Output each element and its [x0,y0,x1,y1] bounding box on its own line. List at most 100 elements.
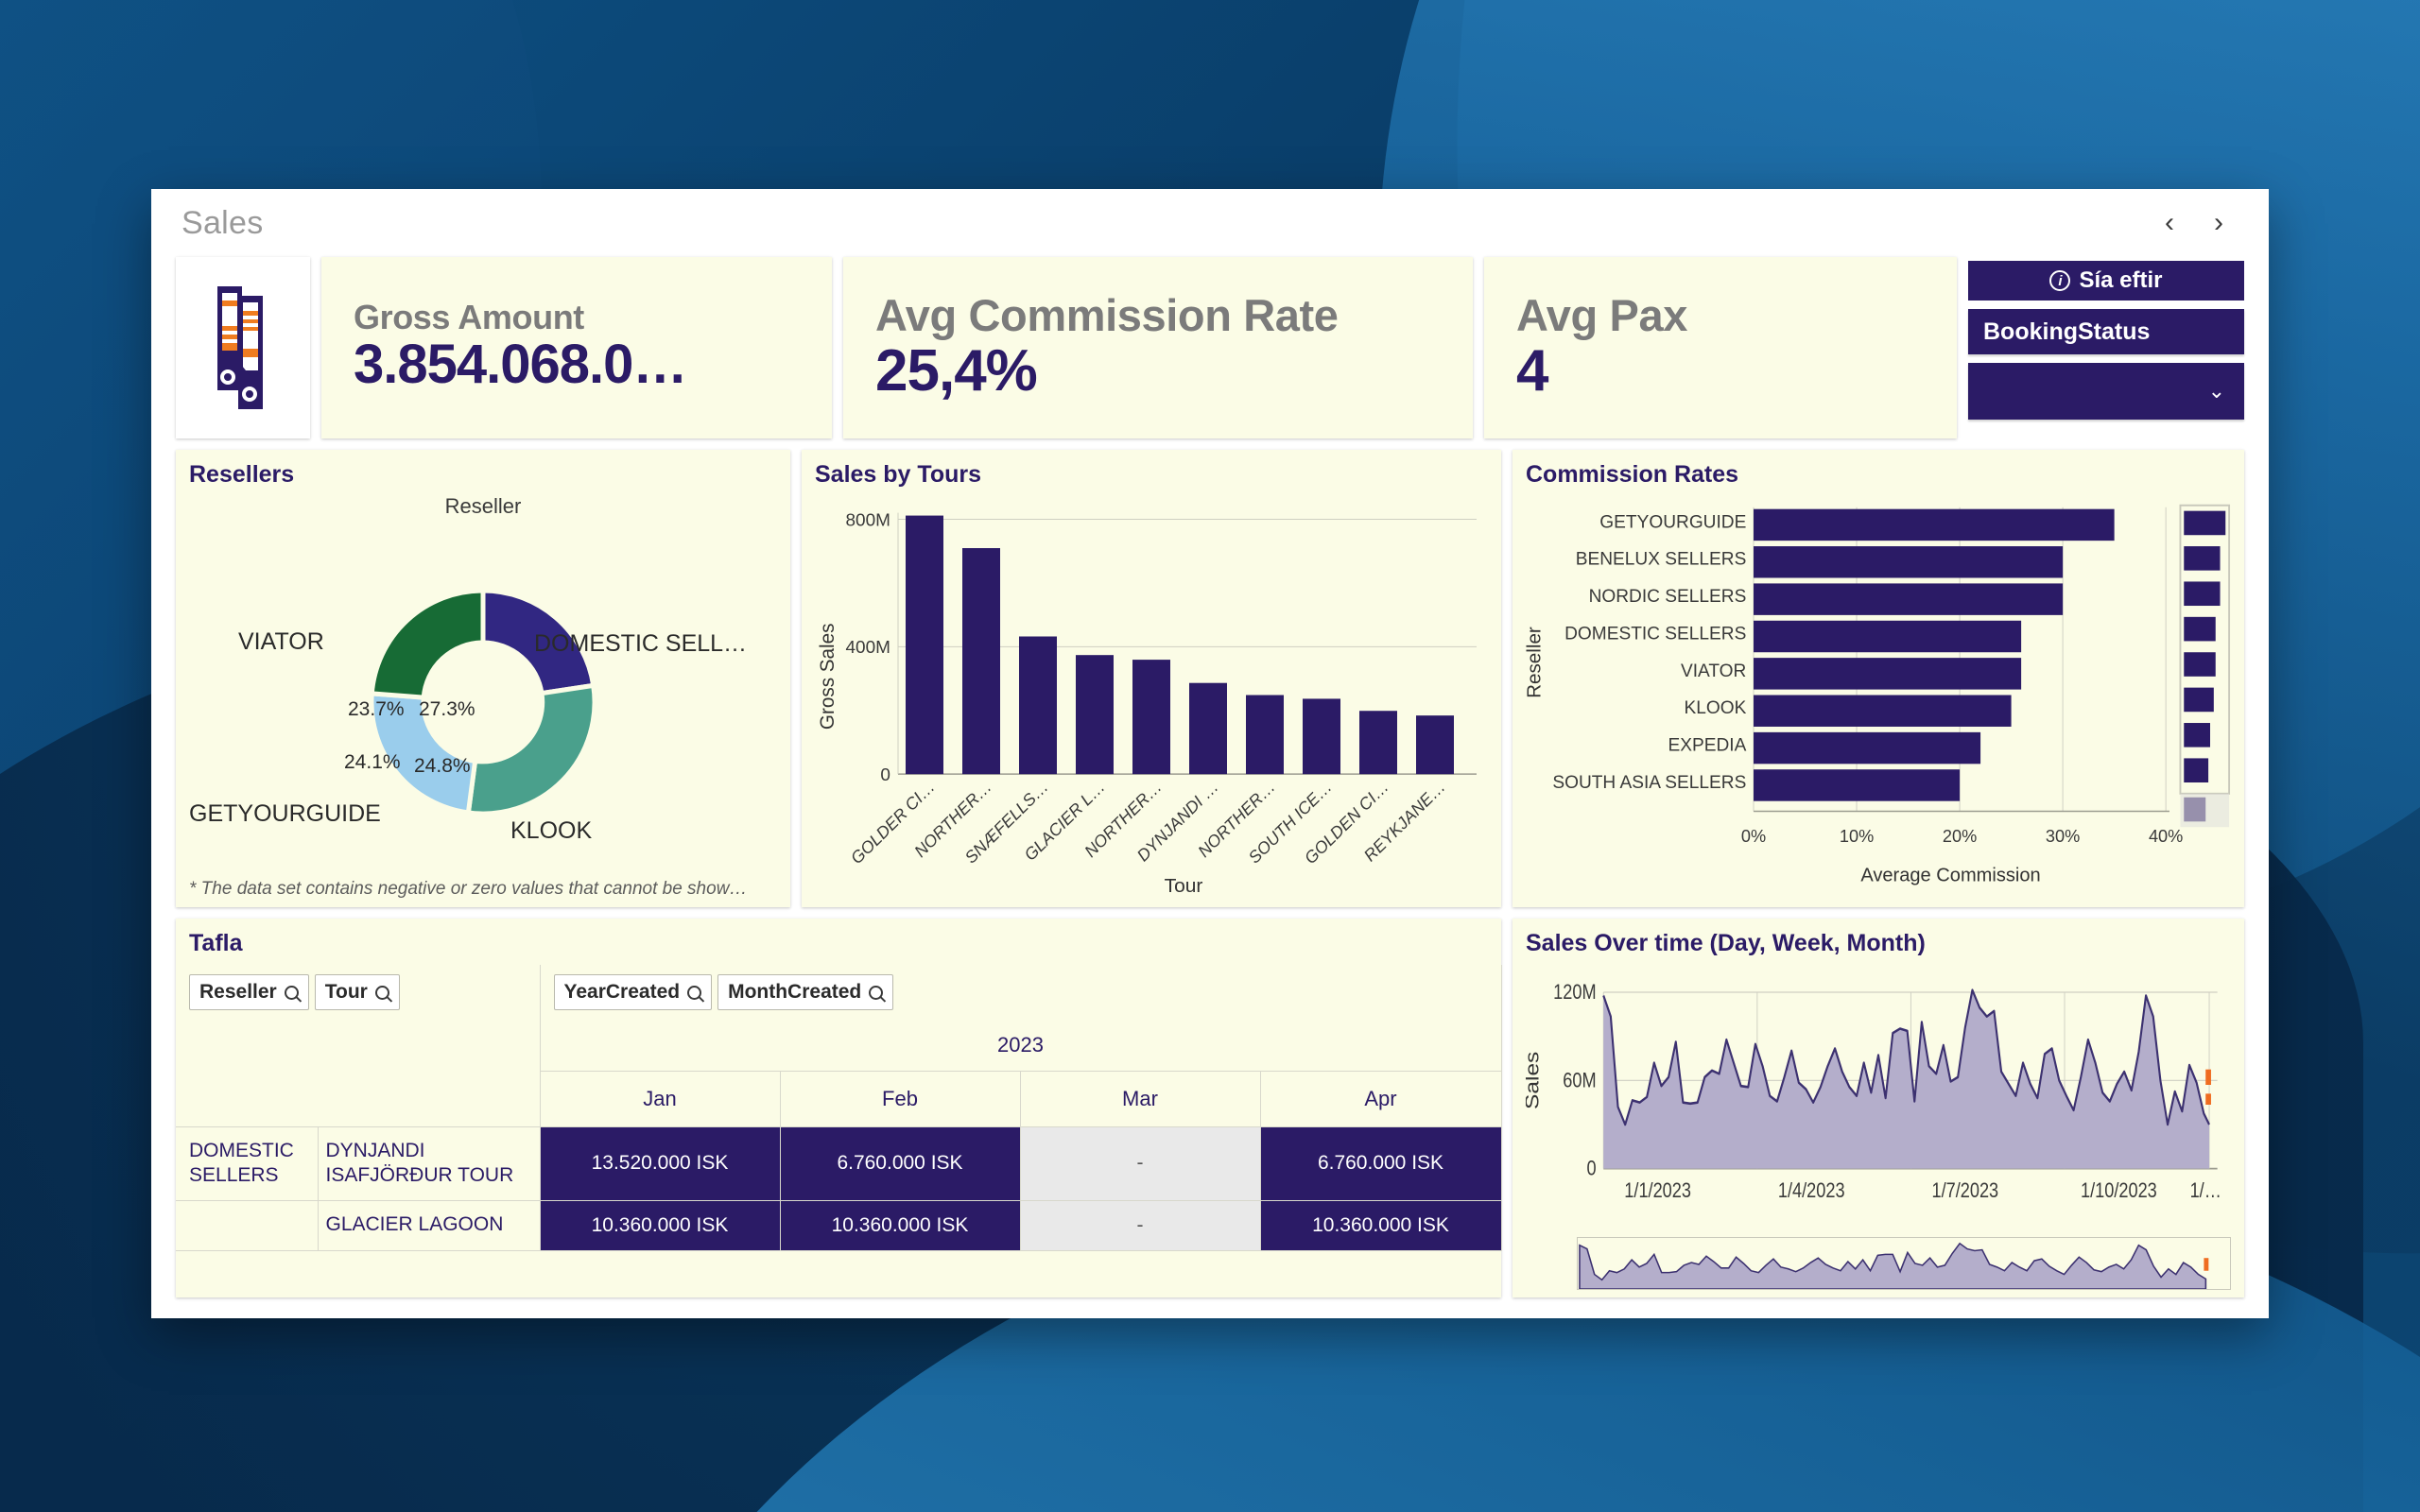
chevron-down-icon: ⌄ [2207,379,2225,403]
search-button-tour[interactable]: Tour [314,974,400,1010]
chart-resellers[interactable]: Resellers Reseller VIATOR DOMESTIC SELL…… [176,450,790,907]
svg-text:1/1/2023: 1/1/2023 [1624,1179,1691,1202]
svg-text:400M: 400M [846,637,890,657]
info-icon: i [2049,270,2071,291]
svg-text:DOMESTIC SELLERS: DOMESTIC SELLERS [1564,623,1746,644]
cell-reseller[interactable] [176,1200,319,1251]
cell-tour[interactable]: DYNJANDI ISAFJÖRÐUR TOUR [318,1126,541,1201]
logo-card [176,257,310,438]
table-search-row: Reseller Tour YearCreated MonthCreated [176,965,1502,1020]
kpi-value: 3.854.068.0… [354,335,687,396]
pivot-table: Reseller Tour YearCreated MonthCreated 2… [176,965,1502,1251]
kpi-avg-pax[interactable]: Avg Pax 4 [1484,257,1957,438]
svg-text:SOUTH ASIA SELLERS: SOUTH ASIA SELLERS [1552,772,1746,793]
search-button-reseller[interactable]: Reseller [189,974,309,1010]
month-header-jan[interactable]: Jan [540,1071,781,1127]
table-tafla[interactable]: Tafla Reseller Tour YearCreated MonthCre… [176,919,1502,1297]
kpi-title: Avg Commission Rate [875,289,1339,340]
filter-pane: i Sía eftir BookingStatus ⌄ [1968,257,2244,438]
donut-label-klook: KLOOK [510,817,593,844]
kpi-title: Avg Pax [1516,289,1687,340]
svg-text:Average Commission: Average Commission [1860,865,2040,885]
table-row[interactable]: DOMESTIC SELLERS DYNJANDI ISAFJÖRÐUR TOU… [176,1126,1502,1201]
svg-text:Tour: Tour [1165,875,1203,897]
cell-value[interactable]: 10.360.000 ISK [1260,1200,1502,1251]
svg-text:1/4/2023: 1/4/2023 [1778,1179,1845,1202]
cell-value[interactable]: 13.520.000 ISK [540,1126,781,1201]
year-header[interactable]: 2023 [540,1020,1502,1072]
sales-by-tours-svg: Gross Sales 800M 400M 0 GOLDER CI… NORTH… [817,510,1477,897]
search-icon [869,985,884,1000]
kpi-value: 25,4% [875,337,1038,404]
search-button-yearcreated[interactable]: YearCreated [553,974,713,1010]
chart-footnote: * The data set contains negative or zero… [189,879,748,899]
kpi-value: 4 [1516,337,1548,404]
donut-label-getyourguide: GETYOURGUIDE [189,800,381,827]
donut-label-domestic-sellers: DOMESTIC SELL… [534,630,748,657]
bottom-row: Tafla Reseller Tour YearCreated MonthCre… [176,919,2244,1297]
cell-value[interactable]: 10.360.000 ISK [540,1200,781,1251]
svg-text:1/…: 1/… [2190,1179,2221,1202]
filterbox-bookingstatus[interactable]: BookingStatus [1968,309,2244,354]
chart-sales-over-time[interactable]: Sales Over time (Day, Week, Month) Sales… [1512,919,2244,1297]
next-sheet-button[interactable]: › [2206,209,2231,237]
svg-text:30%: 30% [2046,826,2080,846]
month-header-feb[interactable]: Feb [780,1071,1021,1127]
svg-text:20%: 20% [1943,826,1977,846]
cell-value[interactable]: 6.760.000 ISK [1260,1126,1502,1201]
svg-text:BENELUX SELLERS: BENELUX SELLERS [1576,548,1747,569]
kpi-gross-amount[interactable]: Gross Amount 3.854.068.0… [321,257,832,438]
svg-text:10%: 10% [1840,826,1874,846]
donut-slice-klook[interactable] [465,682,597,816]
chart-commission-rates[interactable]: Commission Rates Reseller GETYOURGUIDE B… [1512,450,2244,907]
chart-title: Sales Over time (Day, Week, Month) [1526,930,1926,956]
search-button-label: YearCreated [563,981,681,1003]
month-header-apr[interactable]: Apr [1260,1071,1502,1127]
svg-text:0%: 0% [1741,826,1766,846]
cell-value[interactable]: 6.760.000 ISK [780,1126,1021,1201]
binder-icon [217,286,263,409]
svg-text:1/7/2023: 1/7/2023 [1931,1179,1998,1202]
svg-text:Gross Sales: Gross Sales [817,624,838,730]
search-button-label: Reseller [199,981,277,1003]
month-header-mar[interactable]: Mar [1020,1071,1261,1127]
qlik-app-window: Sales ‹ › Gross Amount 3.854.068.0… Avg … [151,189,2269,1318]
svg-text:60M: 60M [1563,1070,1596,1092]
filterbox-label: BookingStatus [1983,318,2151,345]
search-icon [687,985,702,1000]
timeline-minimap-scrollbar[interactable] [1577,1237,2231,1290]
kpi-avg-commission-rate[interactable]: Avg Commission Rate 25,4% [843,257,1473,438]
chart-title: Resellers [189,461,295,488]
sheet-navigation: ‹ › [2157,209,2244,237]
svg-text:Sales: Sales [1526,1052,1543,1109]
search-button-monthcreated[interactable]: MonthCreated [717,974,894,1010]
sheet-content: Gross Amount 3.854.068.0… Avg Commission… [151,257,2269,1318]
filter-pane-header-label: Sía eftir [2079,267,2163,293]
cell-tour[interactable]: GLACIER LAGOON [318,1200,541,1251]
charts-row: Resellers Reseller VIATOR DOMESTIC SELL…… [176,450,2244,907]
svg-text:EXPEDIA: EXPEDIA [1668,734,1747,755]
table-year-header-row: 2023 [176,1020,1502,1072]
donut-dimension-label: Reseller [444,494,522,518]
donut-pct-klook: 24.8% [414,755,471,777]
filter-dropdown[interactable]: ⌄ [1968,363,2244,420]
chart-title: Commission Rates [1526,461,1739,488]
table-row[interactable]: GLACIER LAGOON 10.360.000 ISK 10.360.000… [176,1200,1502,1251]
cell-value-empty[interactable]: - [1020,1200,1261,1251]
donut-pct-getyourguide: 24.1% [344,751,401,773]
svg-text:120M: 120M [1553,981,1596,1004]
chart-title: Tafla [189,930,243,956]
search-button-label: Tour [324,981,368,1003]
donut-slice-viator[interactable] [369,588,486,700]
svg-text:VIATOR: VIATOR [1681,661,1746,681]
donut-label-viator: VIATOR [238,628,324,655]
kpi-row: Gross Amount 3.854.068.0… Avg Commission… [176,257,2244,438]
svg-text:40%: 40% [2149,826,2183,846]
previous-sheet-button[interactable]: ‹ [2157,209,2182,237]
cell-value[interactable]: 10.360.000 ISK [780,1200,1021,1251]
svg-text:KLOOK: KLOOK [1684,697,1746,718]
cell-value-empty[interactable]: - [1020,1126,1261,1201]
chart-sales-by-tours[interactable]: Sales by Tours Gross Sales 800M 400M 0 G… [802,450,1501,907]
filter-pane-header[interactable]: i Sía eftir [1968,261,2244,301]
cell-reseller[interactable]: DOMESTIC SELLERS [176,1126,319,1201]
